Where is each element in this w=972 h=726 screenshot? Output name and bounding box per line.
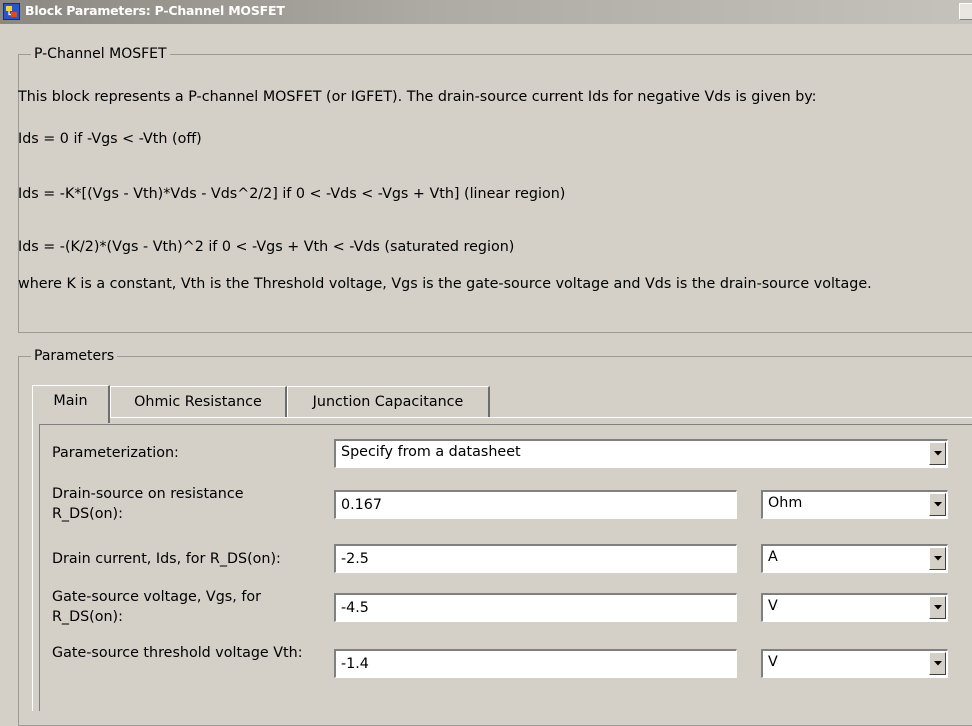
description-where: where K is a constant, Vth is the Thresh… xyxy=(18,276,872,292)
tab-junction-capacitance-label: Junction Capacitance xyxy=(312,394,464,410)
vgs-input[interactable] xyxy=(334,593,737,622)
tab-junction-capacitance[interactable]: Junction Capacitance xyxy=(287,386,490,418)
tab-ohmic-resistance-label: Ohmic Resistance xyxy=(134,394,262,410)
simulink-block-icon xyxy=(3,3,20,20)
vth-unit: V xyxy=(768,654,778,670)
vgs-unit-select[interactable]: V xyxy=(761,593,948,622)
parameterization-select[interactable]: Specify from a datasheet xyxy=(334,439,948,468)
vgs-label: Gate-source voltage, Vgs, for R_DS(on): xyxy=(52,589,261,625)
tab-ohmic-resistance[interactable]: Ohmic Resistance xyxy=(110,386,287,418)
parameterization-label: Parameterization: xyxy=(52,445,179,461)
equation-saturated: Ids = -(K/2)*(Vgs - Vth)^2 if 0 < -Vgs +… xyxy=(18,239,515,255)
rds-on-unit-dropdown-button[interactable] xyxy=(929,493,946,516)
ids-label: Drain current, Ids, for R_DS(on): xyxy=(52,551,281,567)
chevron-down-icon xyxy=(934,502,942,507)
tab-main[interactable]: Main xyxy=(32,385,110,423)
chevron-down-icon xyxy=(934,605,942,610)
vgs-value[interactable] xyxy=(336,595,736,621)
rds-on-label: Drain-source on resistance R_DS(on): xyxy=(52,486,244,522)
ids-unit: A xyxy=(768,549,778,565)
ids-input[interactable] xyxy=(334,544,737,573)
chevron-down-icon xyxy=(934,661,942,666)
rds-on-input[interactable] xyxy=(334,490,737,519)
vgs-unit: V xyxy=(768,598,778,614)
vth-label: Gate-source threshold voltage Vth: xyxy=(52,645,303,661)
ids-value[interactable] xyxy=(336,546,736,572)
description-intro: This block represents a P-channel MOSFET… xyxy=(18,89,817,105)
vgs-unit-dropdown-button[interactable] xyxy=(929,596,946,619)
parameterization-value: Specify from a datasheet xyxy=(341,444,521,460)
title-bar[interactable]: Block Parameters: P-Channel MOSFET xyxy=(0,0,972,24)
window-control-button[interactable] xyxy=(959,3,972,20)
vth-input[interactable] xyxy=(334,649,737,678)
parameters-group-legend: Parameters xyxy=(31,347,118,365)
equation-off: Ids = 0 if -Vgs < -Vth (off) xyxy=(18,131,202,147)
tab-main-label: Main xyxy=(53,393,88,409)
ids-unit-dropdown-button[interactable] xyxy=(929,547,946,570)
chevron-down-icon xyxy=(934,556,942,561)
rds-on-unit-select[interactable]: Ohm xyxy=(761,490,948,519)
chevron-down-icon xyxy=(934,451,942,456)
window-title: Block Parameters: P-Channel MOSFET xyxy=(25,3,285,18)
vth-unit-select[interactable]: V xyxy=(761,649,948,678)
rds-on-unit: Ohm xyxy=(768,495,803,511)
rds-on-value[interactable] xyxy=(336,492,736,518)
vth-unit-dropdown-button[interactable] xyxy=(929,652,946,675)
parameterization-dropdown-button[interactable] xyxy=(929,442,946,465)
ids-unit-select[interactable]: A xyxy=(761,544,948,573)
description-group-legend: P-Channel MOSFET xyxy=(31,45,170,63)
equation-linear: Ids = -K*[(Vgs - Vth)*Vds - Vds^2/2] if … xyxy=(18,186,566,202)
vth-value[interactable] xyxy=(336,651,736,677)
